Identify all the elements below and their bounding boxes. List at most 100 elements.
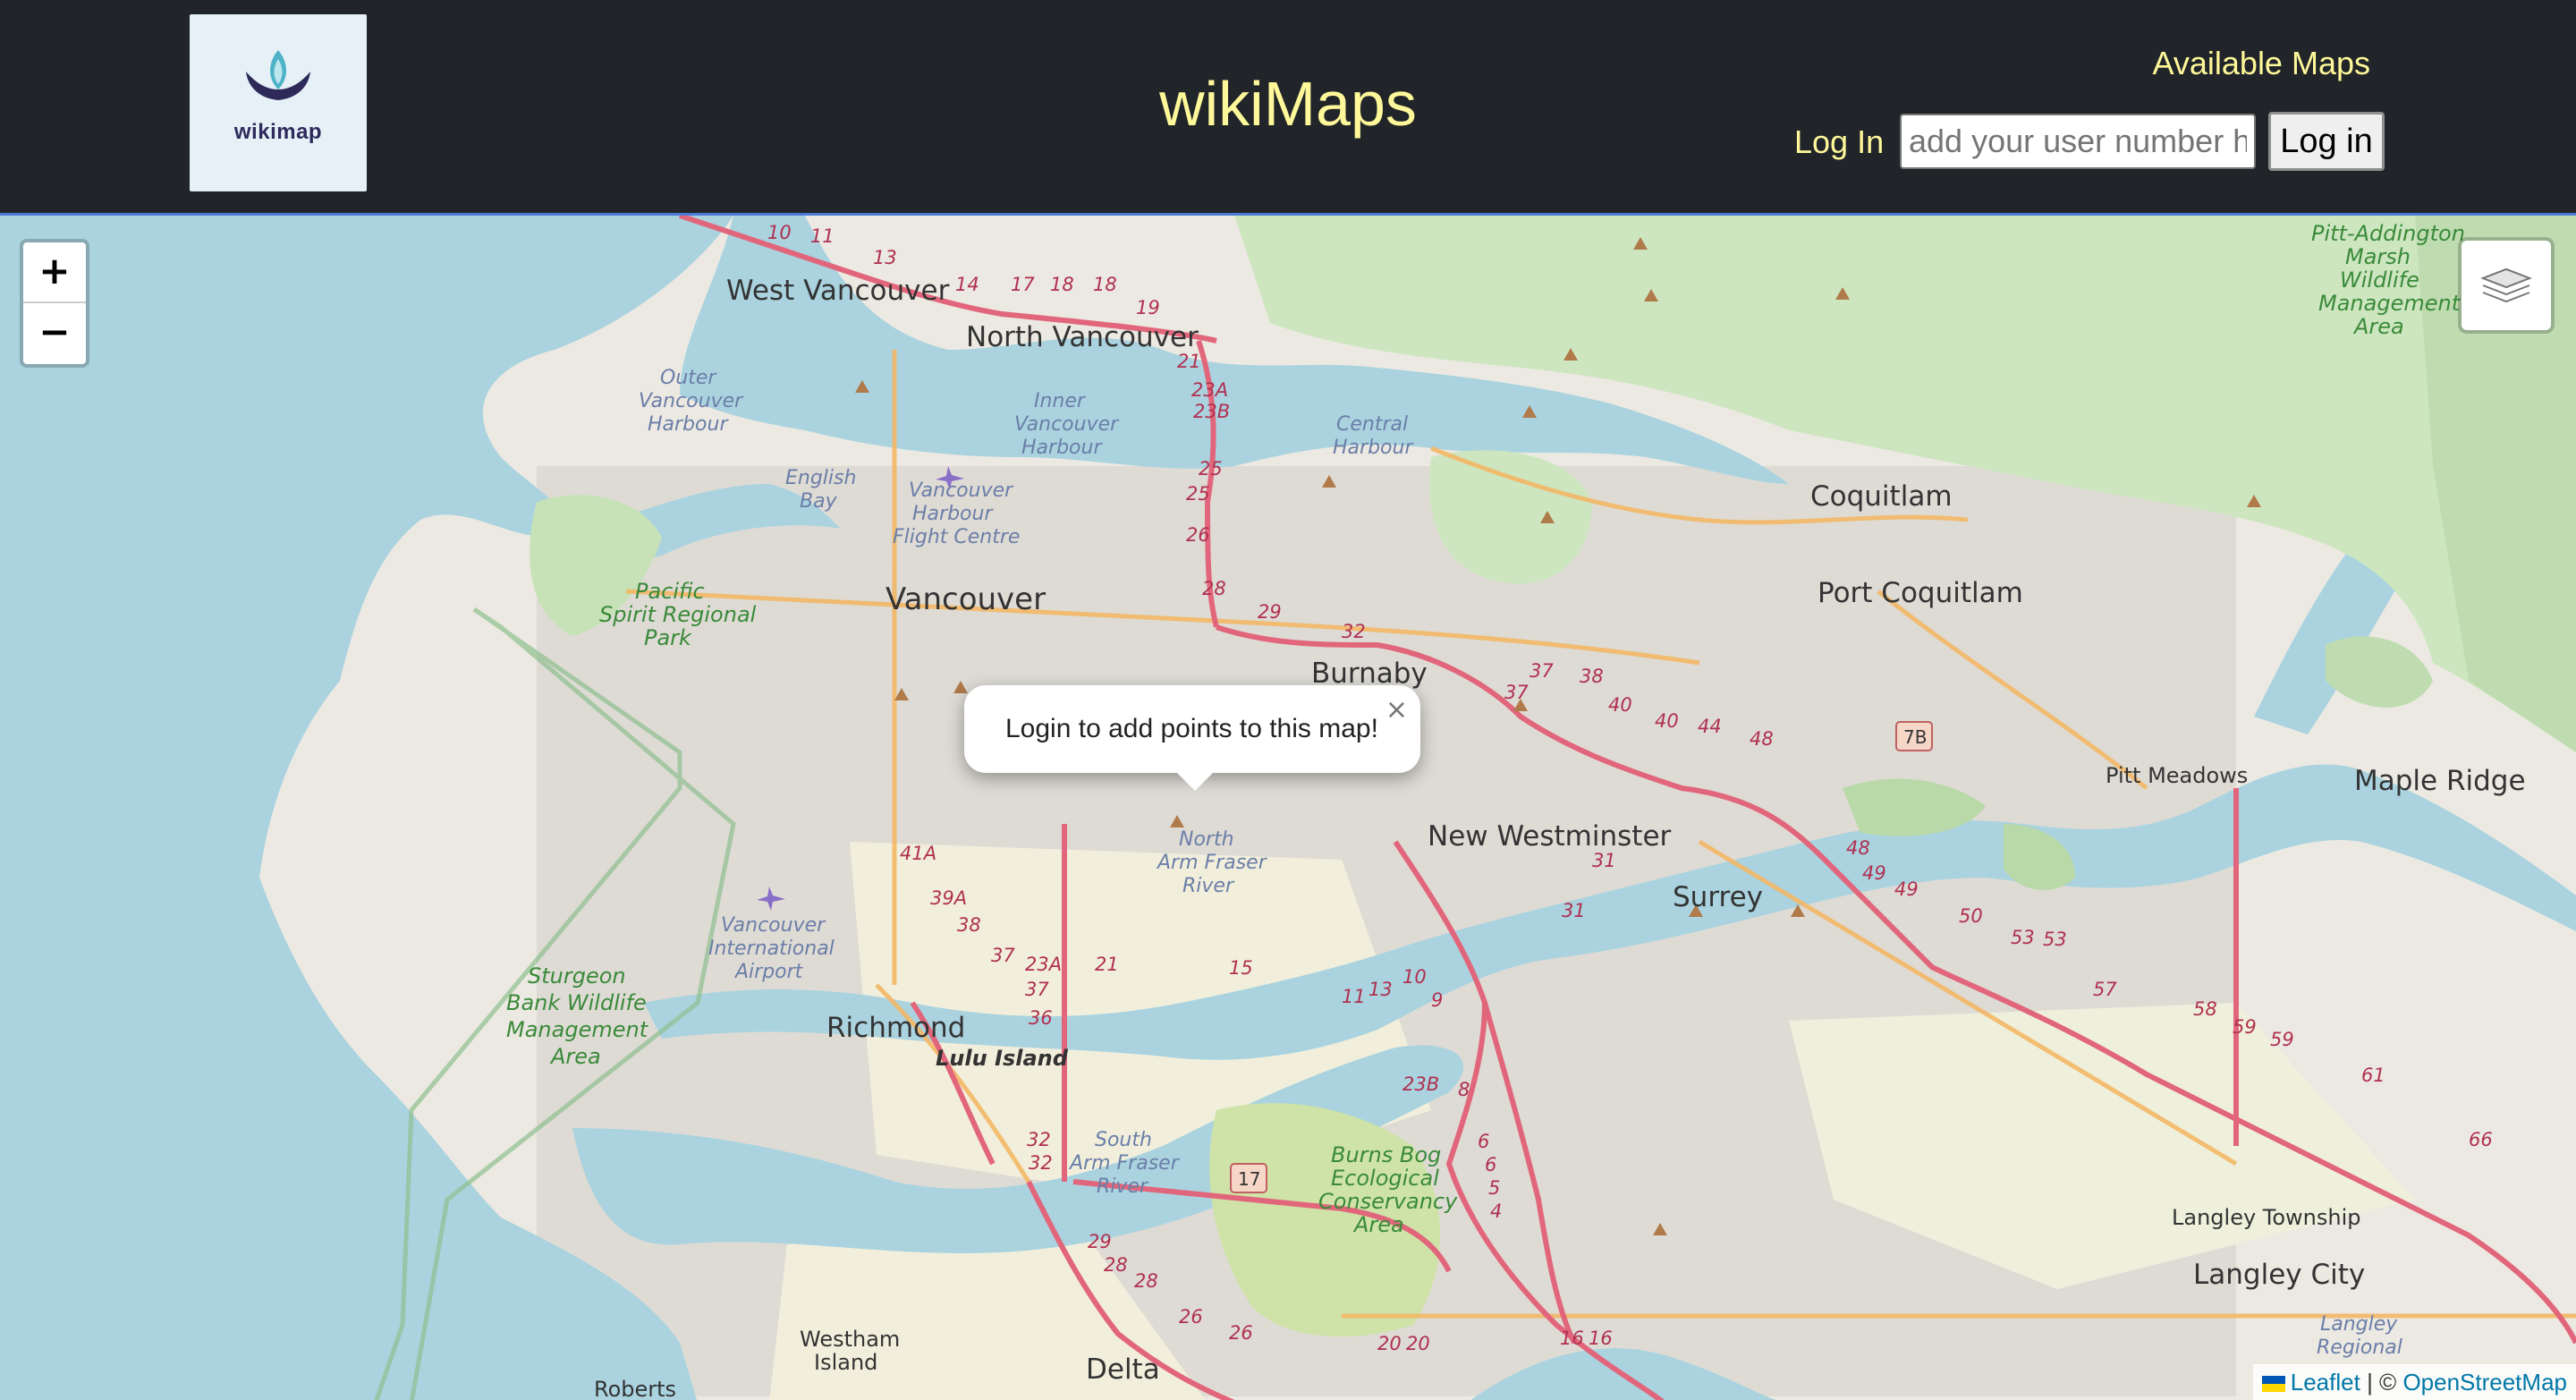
popup-message: Login to add points to this map! [1005,714,1378,743]
map-label-new-westminster: New Westminster [1428,820,1672,853]
layers-icon [2480,267,2532,303]
svg-text:Central: Central [1336,413,1408,436]
map-label-west-vancouver: West Vancouver [726,275,950,307]
svg-text:40: 40 [1655,710,1679,732]
svg-text:10: 10 [767,222,792,243]
svg-text:Island: Island [814,1350,877,1375]
available-maps-link[interactable]: Available Maps [2153,45,2370,82]
svg-text:Harbour: Harbour [648,413,729,436]
svg-text:28: 28 [1104,1254,1128,1276]
svg-text:38: 38 [957,914,981,936]
svg-text:Management: Management [2318,291,2462,316]
svg-text:48: 48 [1846,837,1870,859]
svg-text:Area: Area [549,1044,601,1069]
svg-text:25: 25 [1186,483,1210,505]
svg-text:Pacific: Pacific [635,579,705,604]
svg-text:44: 44 [1698,716,1722,737]
svg-text:16: 16 [1589,1328,1613,1349]
svg-text:18: 18 [1050,274,1074,295]
svg-text:19: 19 [1136,297,1160,318]
leaflet-link[interactable]: Leaflet [2291,1369,2360,1396]
svg-text:37: 37 [1025,979,1049,1000]
svg-text:Management: Management [506,1017,649,1042]
svg-text:36: 36 [1029,1007,1053,1029]
svg-text:River: River [1097,1175,1149,1198]
site-title[interactable]: wikiMaps [1109,66,1467,141]
svg-text:23A: 23A [1191,379,1228,401]
svg-text:Area: Area [2352,314,2404,339]
map-label-port-coquitlam: Port Coquitlam [1818,577,2023,609]
svg-text:Vancouver: Vancouver [909,479,1014,502]
map-label-richmond: Richmond [826,1012,965,1044]
svg-text:Park: Park [644,625,692,650]
svg-text:31: 31 [1592,850,1616,871]
svg-text:18: 18 [1093,274,1117,295]
svg-text:37: 37 [991,945,1015,966]
zoom-in-button[interactable]: + [23,242,86,303]
map-label-lulu-island: Lulu Island [936,1046,1069,1071]
svg-text:Westham: Westham [800,1327,900,1352]
leaflet-map[interactable]: 7B 17 West Vancouver North Vancouver Van… [0,213,2576,1400]
svg-text:28: 28 [1134,1270,1158,1292]
svg-text:Spirit Regional: Spirit Regional [599,602,757,627]
top-navbar: wikimap wikiMaps Available Maps Log In L… [0,0,2576,213]
map-tiles[interactable]: 7B 17 West Vancouver North Vancouver Van… [0,216,2576,1400]
svg-text:5: 5 [1488,1177,1500,1199]
svg-text:Arm Fraser: Arm Fraser [1068,1152,1181,1175]
svg-text:25: 25 [1199,458,1223,479]
svg-text:8: 8 [1458,1079,1470,1100]
svg-text:Inner: Inner [1034,390,1087,412]
svg-text:Ecological: Ecological [1331,1166,1439,1191]
svg-text:International: International [708,938,835,960]
svg-text:Conservancy: Conservancy [1318,1189,1458,1214]
svg-text:Harbour: Harbour [1333,437,1414,459]
map-label-pitt-meadows: Pitt Meadows [2106,763,2248,788]
svg-text:Bank Wildlife: Bank Wildlife [506,990,647,1015]
svg-text:Marsh: Marsh [2345,244,2411,269]
zoom-control: + − [20,239,89,368]
svg-text:Vancouver: Vancouver [639,390,744,412]
svg-text:17: 17 [1011,274,1035,295]
login-button[interactable]: Log in [2268,112,2385,171]
svg-text:Vancouver: Vancouver [721,914,826,937]
zoom-out-button[interactable]: − [23,303,86,362]
svg-text:15: 15 [1229,957,1253,979]
svg-text:6: 6 [1478,1131,1489,1152]
map-label-langley-city: Langley City [2193,1259,2365,1291]
svg-text:32: 32 [1027,1129,1051,1150]
svg-text:17: 17 [1238,1168,1260,1190]
svg-text:6: 6 [1485,1154,1496,1175]
popup-tip [1175,771,1215,791]
svg-text:South: South [1095,1129,1152,1151]
svg-text:61: 61 [2361,1065,2385,1086]
map-label-maple-ridge: Maple Ridge [2354,765,2526,797]
svg-text:16: 16 [1560,1328,1584,1349]
layers-control-button[interactable] [2458,237,2555,334]
svg-text:59: 59 [2270,1029,2294,1050]
user-number-input[interactable] [1900,114,2256,169]
svg-text:Outer: Outer [660,367,717,389]
svg-text:40: 40 [1608,694,1632,716]
map-label-delta: Delta [1086,1353,1160,1386]
lotus-logo-icon [246,50,310,100]
svg-text:20: 20 [1406,1333,1430,1354]
svg-text:57: 57 [2093,979,2117,1000]
svg-text:29: 29 [1258,601,1282,623]
openstreetmap-link[interactable]: OpenStreetMap [2402,1369,2567,1396]
svg-text:53: 53 [2011,927,2035,948]
svg-text:11: 11 [1342,986,1366,1007]
svg-text:26: 26 [1186,524,1210,546]
svg-text:28: 28 [1202,578,1226,599]
svg-text:20: 20 [1377,1333,1402,1354]
map-label-coquitlam: Coquitlam [1810,480,1953,513]
map-label-langley-township: Langley Township [2172,1205,2361,1230]
svg-text:Arm Fraser: Arm Fraser [1156,852,1268,874]
svg-text:58: 58 [2193,998,2217,1020]
svg-text:37: 37 [1504,682,1529,703]
close-icon[interactable]: × [1385,694,1408,725]
svg-text:39A: 39A [930,887,967,909]
map-label-north-vancouver: North Vancouver [966,321,1199,353]
svg-text:Sturgeon: Sturgeon [528,963,626,988]
svg-text:50: 50 [1959,905,1983,927]
wikimap-logo[interactable]: wikimap [190,14,367,191]
